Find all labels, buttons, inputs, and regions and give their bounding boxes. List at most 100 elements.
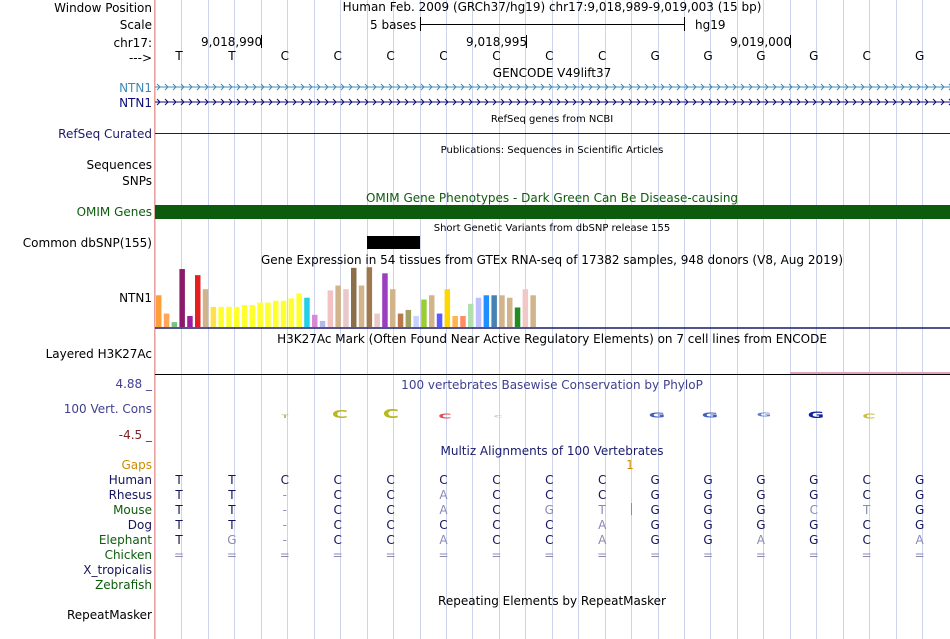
gtex-tissue-bar[interactable] (421, 299, 427, 327)
alignment-base: = (438, 548, 449, 562)
phylop-logo-track[interactable]: T C C C C G G G G C (155, 402, 950, 430)
gtex-tissue-bar[interactable] (257, 302, 263, 327)
gtex-tissue-bar[interactable] (468, 303, 474, 327)
species-label[interactable]: Rhesus (109, 488, 152, 502)
gtex-tissue-bar[interactable] (156, 295, 162, 327)
alignment-base: G (650, 488, 660, 502)
gtex-tissue-bar[interactable] (210, 306, 217, 327)
label-snps[interactable]: SNPs (122, 174, 152, 188)
gtex-tissue-bar[interactable] (405, 309, 412, 327)
gtex-tissue-bar[interactable] (452, 316, 458, 327)
gtex-tissue-bar[interactable] (514, 307, 521, 327)
gtex-tissue-bar[interactable] (483, 295, 490, 327)
label-gaps[interactable]: Gaps (121, 458, 152, 472)
gtex-tissue-bar[interactable] (319, 320, 326, 327)
gtex-tissue-bar[interactable] (522, 289, 529, 327)
gtex-tissue-bar[interactable] (249, 305, 256, 327)
gtex-tissue-bar[interactable] (444, 289, 451, 327)
gtex-tissue-bar[interactable] (234, 306, 240, 327)
coord-tick (261, 35, 262, 48)
gtex-tissue-bar[interactable] (241, 305, 248, 327)
alignment-base: G (650, 533, 660, 547)
label-ntn1-b[interactable]: NTN1 (119, 96, 152, 110)
gtex-tissue-bar[interactable] (390, 289, 396, 327)
species-label[interactable]: Dog (128, 518, 152, 532)
label-refseq[interactable]: RefSeq Curated (58, 127, 152, 141)
gtex-tissue-bar[interactable] (374, 313, 380, 327)
scale-bar-tick-left (420, 17, 421, 31)
phylop-letter: C (494, 414, 503, 418)
gtex-tissue-bar[interactable] (327, 290, 334, 327)
gtex-tissue-bar[interactable] (491, 295, 497, 327)
gtex-tissue-bar[interactable] (436, 313, 443, 327)
label-dbsnp[interactable]: Common dbSNP(155) (23, 236, 152, 250)
label-omim[interactable]: OMIM Genes (77, 205, 152, 219)
omim-title: OMIM Gene Phenotypes - Dark Green Can Be… (365, 191, 739, 205)
base-letter: C (597, 49, 607, 63)
gtex-tissue-bar[interactable] (429, 295, 435, 327)
gtex-tissue-bar[interactable] (304, 297, 310, 327)
coord-tick (790, 35, 791, 48)
gtex-tissue-bar[interactable] (507, 297, 513, 327)
gtex-tissue-bar[interactable] (397, 313, 404, 327)
gtex-tissue-bar[interactable] (382, 273, 388, 327)
alignment-base: G (756, 488, 766, 502)
alignment-base: A (598, 533, 607, 547)
gaps-marker[interactable]: 1 (626, 458, 634, 472)
base-letter: G (914, 49, 925, 63)
species-label[interactable]: Chicken (105, 548, 152, 562)
label-sequences[interactable]: Sequences (87, 158, 152, 172)
gtex-tissue-bar[interactable] (280, 300, 287, 327)
label-repeatmasker[interactable]: RepeatMasker (67, 608, 152, 622)
species-label[interactable]: X_tropicalis (83, 563, 152, 577)
alignment-base: C (545, 533, 554, 547)
gtex-tissue-bar[interactable] (179, 269, 185, 327)
gtex-tissue-bar[interactable] (312, 314, 318, 327)
gtex-tissue-bar[interactable] (351, 267, 357, 327)
dbsnp-title: Short Genetic Variants from dbSNP releas… (433, 223, 671, 234)
gtex-tissue-bar[interactable] (187, 316, 193, 327)
gtex-expression-chart[interactable] (155, 266, 950, 329)
species-label[interactable]: Mouse (113, 503, 152, 517)
label-gtex[interactable]: NTN1 (119, 291, 152, 305)
alignment-base: G (544, 503, 554, 517)
gtex-tissue-bar[interactable] (530, 295, 536, 327)
gtex-tissue-bar[interactable] (195, 275, 201, 327)
alignment-base: A (756, 533, 765, 547)
label-cons[interactable]: 100 Vert. Cons (64, 402, 152, 416)
species-label[interactable]: Zebrafish (95, 578, 152, 592)
gtex-tissue-bar[interactable] (460, 316, 466, 327)
label-ntn1-a[interactable]: NTN1 (119, 81, 152, 95)
omim-gene-bar[interactable] (155, 205, 950, 219)
dbsnp-variant[interactable] (367, 236, 420, 249)
alignment-base: T (175, 518, 183, 532)
gtex-tissue-bar[interactable] (335, 285, 341, 327)
species-label[interactable]: Elephant (99, 533, 152, 547)
gtex-tissue-bar[interactable] (413, 316, 419, 327)
species-label[interactable]: Human (109, 473, 152, 487)
gtex-tissue-bar[interactable] (163, 313, 170, 327)
gtex-tissue-bar[interactable] (296, 293, 302, 327)
alignment-base: A (439, 533, 448, 547)
refseq-gene-line[interactable] (155, 133, 950, 134)
gtex-tissue-bar[interactable] (475, 297, 482, 327)
track-image[interactable]: Human Feb. 2009 (GRCh37/hg19) chr17:9,01… (155, 0, 950, 639)
gtex-tissue-bar[interactable] (171, 322, 178, 327)
alignment-base: C (386, 503, 395, 517)
gtex-tissue-bar[interactable] (265, 302, 271, 327)
gtex-tissue-bar[interactable] (358, 285, 365, 327)
gtex-tissue-bar[interactable] (273, 300, 279, 327)
gtex-tissue-bar[interactable] (226, 306, 232, 327)
base-letter: T (175, 49, 183, 63)
gtex-tissue-bar[interactable] (202, 289, 209, 327)
gtex-tissue-bar[interactable] (343, 289, 349, 327)
gencode-gene-track[interactable] (155, 82, 950, 110)
gtex-tissue-bar[interactable] (218, 306, 224, 327)
label-h3k27ac[interactable]: Layered H3K27Ac (46, 347, 152, 361)
alignment-base: G (703, 503, 713, 517)
h3k27ac-signal[interactable] (790, 372, 950, 374)
gtex-tissue-bar[interactable] (366, 267, 373, 327)
gtex-tissue-bar[interactable] (499, 295, 505, 327)
gtex-tissue-bar[interactable] (288, 298, 295, 327)
alignment-base: C (386, 518, 395, 532)
